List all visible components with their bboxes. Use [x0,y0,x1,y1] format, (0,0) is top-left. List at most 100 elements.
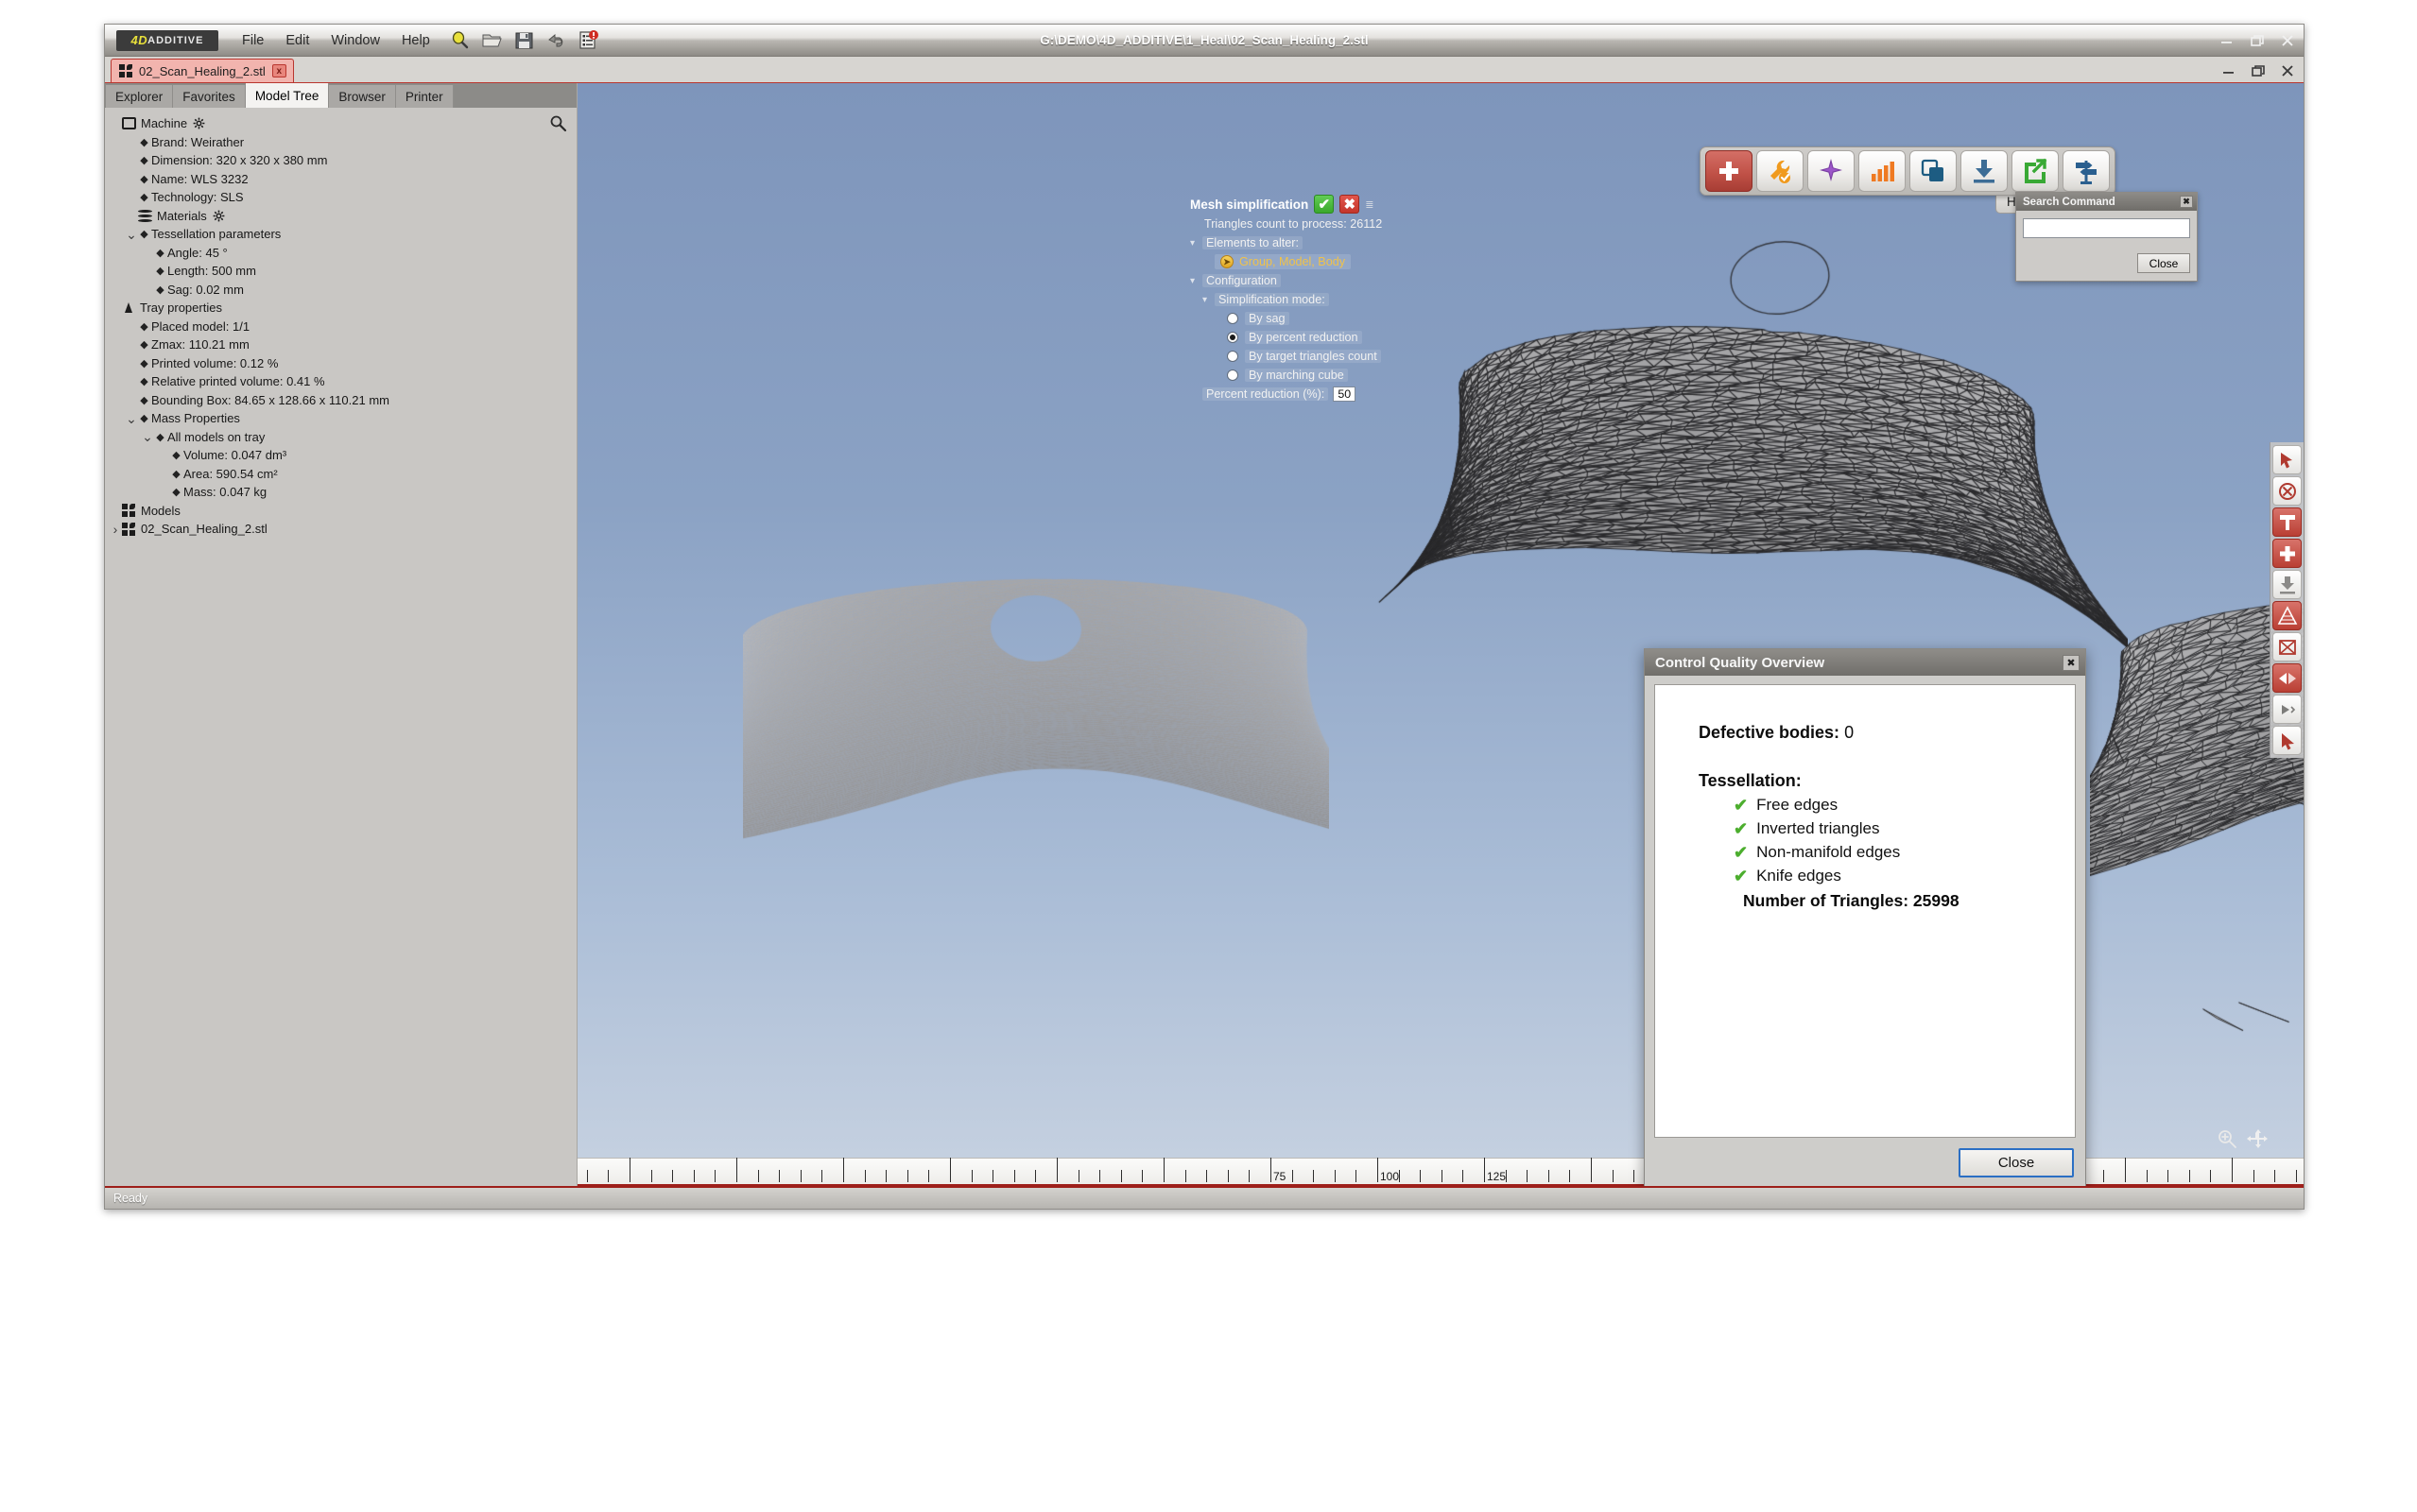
chevron-down-icon-mode[interactable]: ▾ [1202,295,1215,305]
search-command-close-button[interactable]: Close [2137,253,2190,273]
elements-to-alter-row[interactable]: ▾ Elements to alter: [1190,234,1426,251]
tree-item[interactable]: › 02_Scan_Healing_2.stl [105,520,577,539]
tree-item[interactable]: Models [105,502,577,521]
tree-item[interactable]: ⌄ ◆ Tessellation parameters [105,225,577,244]
radio-by-sag[interactable] [1227,313,1238,324]
child-close-button[interactable] [2279,63,2296,78]
chevron-down-icon[interactable]: ▾ [1190,238,1202,249]
search-command-input[interactable] [2023,218,2190,238]
gear-icon[interactable] [213,210,225,222]
import-button[interactable] [1960,150,2008,192]
tree-item[interactable]: Materials [105,207,577,226]
play-step-button[interactable] [2272,695,2302,724]
child-minimize-button[interactable] [2220,63,2237,78]
zoom-extents-icon[interactable] [2217,1128,2237,1154]
accept-button[interactable]: ✔ [1314,195,1335,214]
tree-item[interactable]: ◆ Printed volume: 0.12 % [105,354,577,373]
control-quality-close-button[interactable]: Close [1959,1148,2074,1177]
tree-item[interactable]: ◆ Sag: 0.02 mm [105,281,577,300]
elements-value-badge[interactable]: ➤ Group, Model, Body [1215,254,1352,269]
elements-value-row[interactable]: ➤ Group, Model, Body [1190,253,1426,270]
tab-explorer[interactable]: Explorer [106,85,174,108]
menu-window[interactable]: Window [328,31,383,50]
tree-item[interactable]: ◆ Bounding Box: 84.65 x 128.66 x 110.21 m… [105,391,577,410]
save-icon[interactable] [514,30,534,50]
chevron-right-icon[interactable]: › [109,522,122,537]
tree-item[interactable]: ◆ Volume: 0.047 dm³ [105,446,577,465]
flip-normal-button[interactable] [2272,663,2302,693]
radio-by-marching-cube[interactable] [1227,369,1238,381]
undo-icon[interactable] [546,30,566,50]
tree-item[interactable]: ⌄ ◆ All models on tray [105,428,577,447]
tree-item[interactable]: ◆ Area: 590.54 cm² [105,465,577,484]
menu-file[interactable]: File [239,31,267,50]
document-tab-close-icon[interactable]: x [271,64,286,77]
tree-item[interactable]: ◆ Placed model: 1/1 [105,318,577,336]
report-alert-icon[interactable] [578,30,598,50]
child-restore-button[interactable] [2250,63,2267,78]
document-tab[interactable]: 02_Scan_Healing_2.stl x [111,59,294,82]
repair-tools-button[interactable] [1756,150,1804,192]
add-patch-button[interactable] [2272,539,2302,568]
deselect-button[interactable] [2272,476,2302,506]
tree-item[interactable]: ◆ Dimension: 320 x 320 x 380 mm [105,151,577,170]
remesh-button[interactable] [2272,601,2302,630]
mode-option-by-marching-cube[interactable]: By marching cube [1190,367,1426,384]
support-button[interactable] [2063,150,2110,192]
pan-icon[interactable] [2247,1128,2268,1154]
tree-item[interactable]: ◆ Mass: 0.047 kg [105,483,577,502]
close-button[interactable] [2279,33,2296,48]
tab-favorites[interactable]: Favorites [173,85,246,108]
chevron-down-icon[interactable]: ⌄ [141,430,154,443]
delete-face-button[interactable] [2272,632,2302,662]
duplicate-button[interactable] [1909,150,1957,192]
viewport-3d[interactable]: Mesh simplification ✔ ✖ ≣ Triangles coun… [578,83,2304,1186]
chevron-down-icon[interactable]: ⌄ [125,228,138,241]
radio-by-percent-reduction[interactable] [1227,332,1238,343]
select-arrow-button[interactable] [2272,445,2302,474]
percent-reduction-row[interactable]: Percent reduction (%): 50 [1190,386,1426,403]
fill-hole-button[interactable] [2272,507,2302,537]
menu-help[interactable]: Help [399,31,433,50]
reject-button[interactable]: ✖ [1339,195,1360,214]
percent-reduction-input[interactable]: 50 [1333,387,1356,402]
export-button[interactable] [2011,150,2059,192]
search-command-close-icon[interactable]: ✖ [2180,196,2193,208]
analysis-button[interactable] [1858,150,1906,192]
healing-button[interactable] [1705,150,1752,192]
lightbulb-icon[interactable] [450,30,470,50]
chevron-down-icon-config[interactable]: ▾ [1190,276,1202,286]
simplification-mode-row[interactable]: ▾ Simplification mode: [1190,291,1426,308]
tree-item[interactable]: ◆ Name: WLS 3232 [105,170,577,189]
flatten-button[interactable] [2272,570,2302,599]
mode-option-by-target[interactable]: By target triangles count [1190,348,1426,365]
mode-option-by-sag[interactable]: By sag [1190,310,1426,327]
search-icon[interactable] [548,113,567,132]
radio-by-target-triangles[interactable] [1227,351,1238,362]
configuration-row[interactable]: ▾ Configuration [1190,272,1426,289]
tree-item[interactable]: ◆ Angle: 45 ° [105,244,577,263]
chevron-down-icon[interactable]: ⌄ [125,412,138,425]
tab-browser[interactable]: Browser [329,85,396,108]
tree-item[interactable]: Machine [105,114,577,133]
control-quality-close-icon[interactable]: ✖ [2063,654,2080,671]
tree-item[interactable]: ◆ Brand: Weirather [105,133,577,152]
mode-option-by-percent[interactable]: By percent reduction [1190,329,1426,346]
tab-model-tree[interactable]: Model Tree [245,83,330,108]
options-menu-icon[interactable]: ≣ [1365,198,1373,211]
tree-item[interactable]: ◆ Zmax: 110.21 mm [105,335,577,354]
tree-item[interactable]: ◆ Length: 500 mm [105,262,577,281]
tree-item[interactable]: Tray properties [105,299,577,318]
tree-item[interactable]: ◆ Technology: SLS [105,188,577,207]
open-folder-icon[interactable] [482,30,502,50]
gear-icon[interactable] [193,117,205,129]
pointer-tool-button[interactable] [2272,726,2302,755]
menu-edit[interactable]: Edit [283,31,312,50]
restore-button[interactable] [2249,33,2266,48]
tab-printer[interactable]: Printer [395,85,454,108]
optimize-button[interactable] [1807,150,1855,192]
tree-item[interactable]: ◆ Relative printed volume: 0.41 % [105,372,577,391]
tree-item[interactable]: ⌄ ◆ Mass Properties [105,409,577,428]
model-tree[interactable]: Machine ◆ Brand: Weirather ◆ Dimension: 320 … [105,108,577,1186]
minimize-button[interactable] [2218,33,2236,48]
